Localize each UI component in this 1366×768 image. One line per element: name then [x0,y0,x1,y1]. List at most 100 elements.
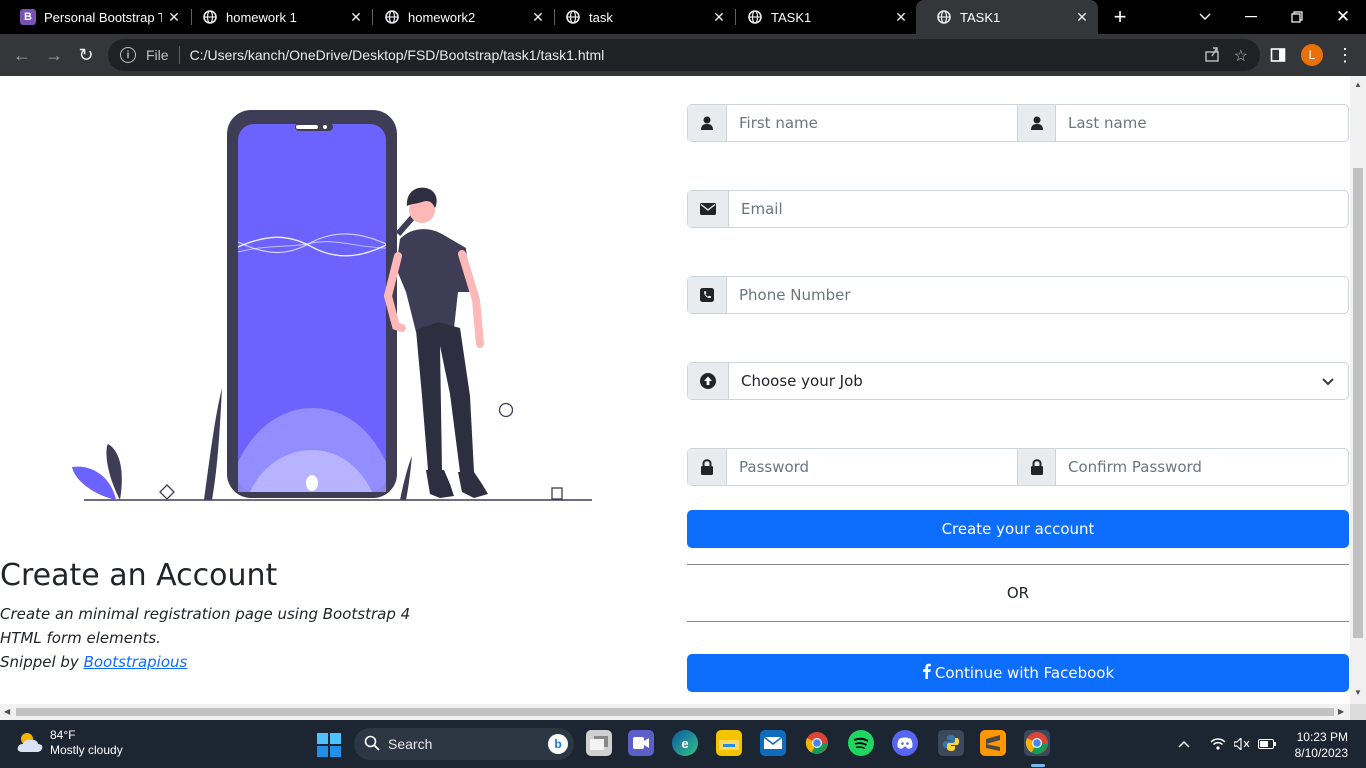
scroll-right-icon[interactable]: ▶ [1338,707,1344,716]
create-account-button[interactable]: Create your account [687,510,1349,548]
back-icon[interactable]: ← [8,41,36,69]
email-input-group [687,190,1349,228]
email-input[interactable] [729,191,1348,227]
profile-avatar[interactable]: L [1301,34,1323,76]
horizontal-scroll-thumb[interactable] [16,708,1334,716]
chrome-profile-icon[interactable] [1024,730,1050,756]
lock-icon [1017,449,1056,485]
spotify-icon[interactable] [848,730,874,756]
side-panel-icon[interactable] [1270,34,1286,76]
facebook-login-button[interactable]: Continue with Facebook [687,654,1349,692]
discord-icon[interactable] [892,730,918,756]
globe-icon [384,9,400,25]
globe-icon [565,9,581,25]
tab-3[interactable]: homework2 ✕ [364,0,554,34]
close-icon[interactable]: ✕ [1070,9,1094,26]
task-view-icon[interactable] [586,730,612,756]
tab-strip: B Personal Bootstrap Te ✕ homework 1 ✕ h… [0,0,1366,34]
password-input-group [687,448,1349,486]
weather-widget[interactable]: 84°F Mostly cloudy [16,728,123,758]
horizontal-scrollbar[interactable]: ◀ ▶ [0,704,1350,720]
menu-icon[interactable]: ⋮ [1336,34,1354,76]
tab-6-active[interactable]: TASK1 ✕ [916,0,1098,34]
facebook-icon [922,663,931,683]
vertical-scrollbar[interactable]: ▲ ▼ [1350,76,1366,704]
scroll-left-icon[interactable]: ◀ [4,707,10,716]
python-icon[interactable] [938,730,964,756]
restore-icon[interactable] [1274,0,1320,34]
active-app-indicator [1031,764,1045,767]
snippet-credit-prefix: Snippel by [0,653,84,671]
weather-temperature: 84°F [50,728,76,742]
scrollbar-corner [1350,704,1366,720]
windows-taskbar: 84°F Mostly cloudy Search b e 10:23 PM 8… [0,720,1366,768]
name-input-group [687,104,1349,142]
tab-1[interactable]: B Personal Bootstrap Te ✕ [0,0,190,34]
battery-icon[interactable] [1258,720,1276,768]
tab-2[interactable]: homework 1 ✕ [182,0,372,34]
bootstrap-icon: B [20,9,36,25]
sublime-text-icon[interactable] [980,730,1006,756]
address-bar[interactable]: i File C:/Users/kanch/OneDrive/Desktop/F… [108,39,1260,71]
envelope-icon [688,191,729,227]
globe-icon [202,9,218,25]
system-clock[interactable]: 10:23 PM 8/10/2023 [1288,729,1348,761]
scroll-up-icon[interactable]: ▲ [1354,80,1362,89]
phone-input-group [687,276,1349,314]
edge-browser-icon[interactable]: e [672,730,698,756]
confirm-password-input[interactable] [1056,449,1348,485]
close-icon[interactable]: ✕ [889,9,913,26]
last-name-input[interactable] [1056,105,1348,141]
wifi-icon[interactable] [1210,720,1226,768]
tab-title: Personal Bootstrap Te [44,9,162,25]
tab-5[interactable]: TASK1 ✕ [727,0,917,34]
windows-start-icon[interactable] [316,732,342,758]
tab-title: TASK1 [960,9,1001,25]
tab-title: TASK1 [771,9,812,25]
search-icon [364,735,380,754]
search-label: Search [388,736,433,752]
tab-title: homework2 [408,9,476,25]
tab-4[interactable]: task ✕ [545,0,735,34]
scheme-label: File [146,47,169,63]
minimize-icon[interactable] [1228,0,1274,34]
chevron-up-icon[interactable] [1178,720,1190,768]
chevron-down-icon [1322,372,1334,390]
url-text[interactable]: C:/Users/kanch/OneDrive/Desktop/FSD/Boot… [190,47,605,63]
description-line-2: HTML form elements. [0,629,161,647]
description-line-1: Create an minimal registration page usin… [0,605,411,623]
forward-icon[interactable]: → [40,41,68,69]
tab-search-icon[interactable] [1182,0,1228,34]
reload-icon[interactable]: ↻ [72,41,100,69]
scroll-down-icon[interactable]: ▼ [1354,688,1362,697]
globe-icon [747,9,763,25]
job-select-value: Choose your Job [741,372,863,390]
new-tab-button[interactable]: + [1106,3,1134,31]
bookmark-star-icon[interactable]: ☆ [1234,46,1248,67]
registration-illustration [72,110,592,501]
or-divider-text: OR [1006,584,1030,602]
close-window-icon[interactable]: ✕ [1320,0,1366,34]
user-icon [688,105,727,141]
browser-toolbar: ← → ↻ i File C:/Users/kanch/OneDrive/Des… [0,34,1366,76]
phone-icon [688,277,727,313]
job-select-group: Choose your Job [687,362,1349,400]
bootstrapious-link[interactable]: Bootstrapious [84,653,188,671]
file-explorer-icon[interactable] [716,730,742,756]
teams-meet-icon[interactable] [628,730,654,756]
tab-title: homework 1 [226,9,297,25]
phone-number-input[interactable] [727,277,1348,313]
job-select[interactable]: Choose your Job [729,363,1348,399]
info-icon[interactable]: i [120,47,136,63]
page-viewport: Create an Account Create an minimal regi… [0,76,1350,704]
weather-description: Mostly cloudy [50,743,123,757]
tab-title: task [589,9,613,25]
chrome-icon[interactable] [804,730,830,756]
password-input[interactable] [727,449,1017,485]
vertical-scroll-thumb[interactable] [1353,168,1363,638]
share-icon[interactable] [1204,46,1220,67]
taskbar-search-box[interactable]: Search b [354,728,574,760]
first-name-input[interactable] [727,105,1017,141]
mail-icon[interactable] [760,730,786,756]
speaker-muted-icon[interactable] [1234,720,1250,768]
